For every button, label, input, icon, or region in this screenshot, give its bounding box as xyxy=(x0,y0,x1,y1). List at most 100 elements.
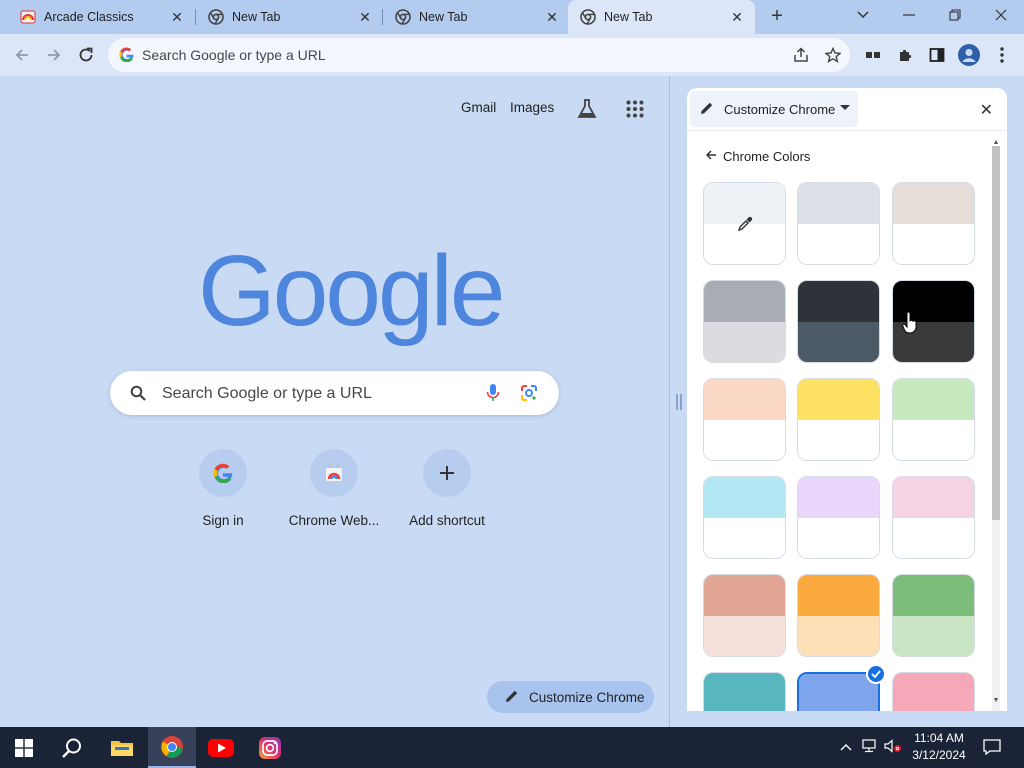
tab-title: Arcade Classics xyxy=(44,10,134,24)
color-swatch[interactable] xyxy=(797,280,880,363)
notifications-icon[interactable] xyxy=(983,739,1001,758)
swatch-bottom xyxy=(798,419,879,460)
scrollbar-thumb[interactable] xyxy=(992,146,1000,520)
google-lens-icon[interactable] xyxy=(520,384,538,407)
tab-new-tab[interactable]: New Tab ✕ xyxy=(188,0,383,34)
minimize-icon[interactable] xyxy=(886,0,932,30)
shortcut-add[interactable]: Add shortcut xyxy=(397,449,497,528)
swatch-top xyxy=(704,673,785,711)
tab-title: New Tab xyxy=(604,10,653,24)
color-swatch[interactable] xyxy=(703,574,786,657)
new-tab-page: Gmail Images Google Search Google or typ… xyxy=(0,76,670,727)
hand-cursor-icon xyxy=(902,311,918,339)
color-swatch[interactable] xyxy=(892,476,975,559)
restore-icon[interactable] xyxy=(932,0,978,30)
color-swatch[interactable] xyxy=(703,280,786,363)
web-store-icon xyxy=(310,449,358,497)
close-icon[interactable]: ✕ xyxy=(727,7,747,27)
network-icon[interactable] xyxy=(862,739,878,756)
tab-new-tab[interactable]: New Tab ✕ xyxy=(375,0,570,34)
eyedropper-icon xyxy=(737,216,753,237)
side-panel-icon[interactable] xyxy=(924,42,950,68)
plus-icon xyxy=(423,449,471,497)
volume-muted-icon[interactable] xyxy=(884,739,902,756)
reload-icon[interactable] xyxy=(73,42,99,68)
color-swatch[interactable] xyxy=(797,574,880,657)
tab-new-tab-active[interactable]: New Tab ✕ xyxy=(568,0,755,34)
close-icon[interactable]: ✕ xyxy=(542,7,562,27)
panel-dropdown-label: Customize Chrome xyxy=(724,101,836,117)
swatch-bottom xyxy=(798,321,879,362)
windows-start-icon[interactable] xyxy=(0,727,48,768)
customize-chrome-button[interactable]: Customize Chrome xyxy=(487,681,654,713)
gmail-link[interactable]: Gmail xyxy=(461,100,496,115)
labs-flask-icon[interactable] xyxy=(576,98,598,125)
color-swatch[interactable] xyxy=(892,672,975,711)
color-swatch[interactable] xyxy=(797,476,880,559)
color-swatch[interactable] xyxy=(892,574,975,657)
images-link[interactable]: Images xyxy=(510,100,554,115)
extension-icon[interactable] xyxy=(860,42,886,68)
close-icon[interactable]: ✕ xyxy=(167,7,187,27)
new-tab-button[interactable]: + xyxy=(766,6,788,28)
color-swatch[interactable] xyxy=(892,182,975,265)
panel-scrollbar[interactable] xyxy=(992,146,1000,711)
tab-arcade-classics[interactable]: Arcade Classics ✕ xyxy=(0,0,195,34)
shortcut-chrome-web-store[interactable]: Chrome Web... xyxy=(284,449,384,528)
forward-arrow-icon[interactable] xyxy=(41,42,67,68)
swatch-top xyxy=(798,477,879,518)
apps-grid-icon[interactable] xyxy=(626,100,644,123)
color-swatch[interactable] xyxy=(703,476,786,559)
tab-strip: Arcade Classics ✕ New Tab ✕ New Tab ✕ Ne… xyxy=(0,0,1024,34)
youtube-icon[interactable] xyxy=(197,727,245,768)
search-icon[interactable] xyxy=(48,727,96,768)
scroll-up-icon[interactable]: ▲ xyxy=(992,139,1000,146)
google-g-icon xyxy=(199,449,247,497)
resize-handle[interactable] xyxy=(676,394,682,410)
address-bar[interactable]: Search Google or type a URL xyxy=(108,38,850,72)
panel-dropdown[interactable]: Customize Chrome xyxy=(690,91,858,127)
swatch-bottom xyxy=(893,223,974,264)
color-swatch[interactable] xyxy=(703,672,786,711)
swatch-bottom xyxy=(893,615,974,656)
instagram-icon[interactable] xyxy=(246,727,294,768)
google-g-icon xyxy=(119,47,134,67)
close-icon[interactable]: ✕ xyxy=(355,7,375,27)
close-icon[interactable]: ✕ xyxy=(980,100,993,120)
color-swatch[interactable] xyxy=(797,378,880,461)
section-title: Chrome Colors xyxy=(723,148,811,164)
file-explorer-icon[interactable] xyxy=(98,727,146,768)
swatch-bottom xyxy=(704,321,785,362)
color-swatch[interactable] xyxy=(892,378,975,461)
swatch-bottom xyxy=(798,223,879,264)
search-box[interactable]: Search Google or type a URL xyxy=(110,371,559,415)
voice-search-mic-icon[interactable] xyxy=(486,383,500,408)
back-to-customize[interactable]: Chrome Colors xyxy=(705,148,810,164)
swatch-bottom xyxy=(893,517,974,558)
swatch-top xyxy=(704,281,785,322)
shortcut-sign-in[interactable]: Sign in xyxy=(173,449,273,528)
swatch-top xyxy=(893,575,974,616)
puzzle-extensions-icon[interactable] xyxy=(893,42,919,68)
share-icon[interactable] xyxy=(790,46,812,64)
custom-color-swatch[interactable] xyxy=(703,182,786,265)
system-clock[interactable]: 11:04 AM 3/12/2024 xyxy=(908,730,970,764)
swatch-bottom xyxy=(798,615,879,656)
shortcut-label: Add shortcut xyxy=(409,513,485,528)
customize-side-panel: Customize Chrome ✕ Chrome Colors ▲ ▼ xyxy=(687,88,1007,711)
tray-overflow-chevron-icon[interactable] xyxy=(840,739,852,754)
swatch-top xyxy=(799,674,878,711)
scroll-down-icon[interactable]: ▼ xyxy=(992,697,1000,704)
swatch-top xyxy=(798,575,879,616)
tab-search-icon[interactable] xyxy=(840,0,886,30)
more-menu-icon[interactable] xyxy=(989,42,1015,68)
chrome-icon[interactable] xyxy=(148,727,196,768)
window-close-icon[interactable] xyxy=(978,0,1024,30)
color-swatch[interactable] xyxy=(703,378,786,461)
color-swatch[interactable] xyxy=(797,182,880,265)
back-arrow-icon[interactable] xyxy=(9,42,35,68)
dropdown-caret-icon xyxy=(840,105,850,110)
shortcut-label: Sign in xyxy=(202,513,244,528)
bookmark-star-icon[interactable] xyxy=(822,46,844,64)
profile-avatar-icon[interactable] xyxy=(956,42,982,68)
